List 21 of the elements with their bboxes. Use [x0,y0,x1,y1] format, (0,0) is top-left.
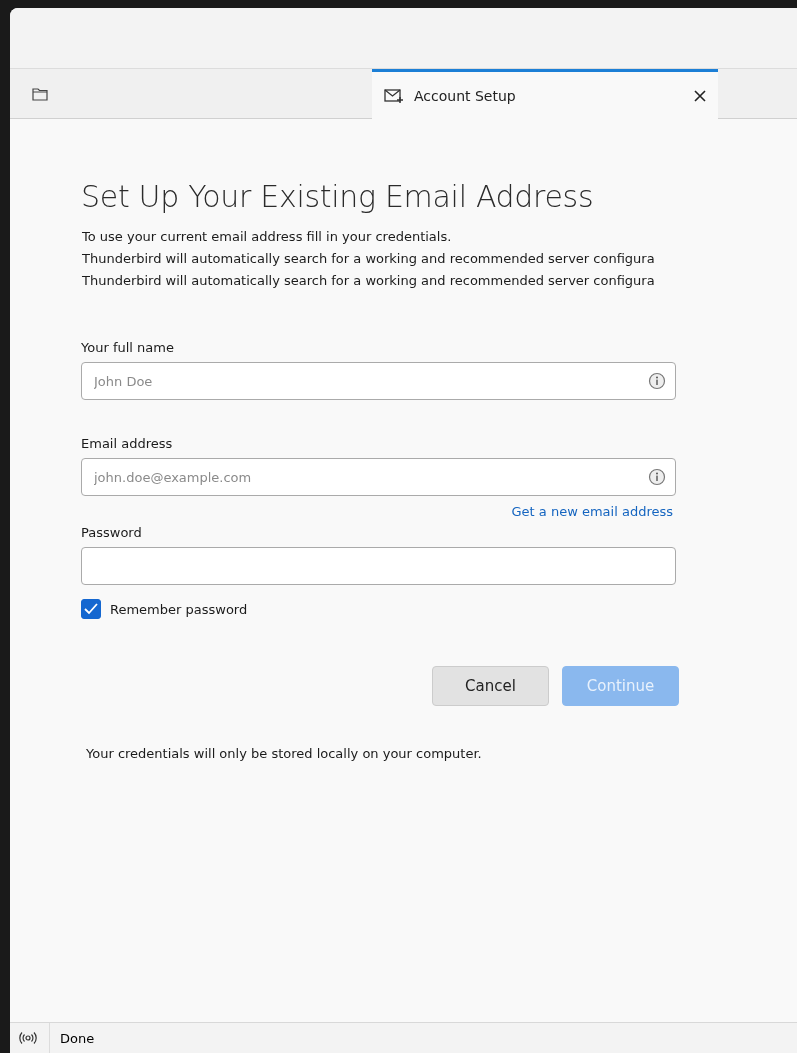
input-field[interactable]: John Doe [81,362,676,400]
field-label: Password [81,525,143,540]
new-email-link[interactable]: Get a new email address [511,504,673,519]
checkbox-label: Remember password [110,601,248,617]
field-label: Your full name [81,340,175,355]
note-text: Your credentials will only be stored locally on your computer. [86,746,483,761]
signal-icon [19,1031,37,1045]
intro-text: Thunderbird will automatically search for a working and recommended server configura [82,250,656,268]
intro-text: To use your current email address fill in your credentials. [82,228,453,246]
intro-text: Thunderbird will automatically search for a working and recommended server configura [82,272,656,290]
tab[interactable]: Account Setup [372,69,718,119]
envelope-icon [384,87,404,104]
checkbox[interactable] [81,599,101,619]
page-heading: Set Up Your Existing Email Address [81,179,595,214]
close-icon[interactable] [694,89,706,102]
input-field[interactable]: john.doe@example.com [81,458,676,496]
input-field[interactable] [81,547,676,585]
cancel-button[interactable]: Cancel [432,666,549,706]
field-label: Email address [81,436,174,451]
folder-icon[interactable] [32,86,48,101]
status-text: Done [60,1030,95,1046]
